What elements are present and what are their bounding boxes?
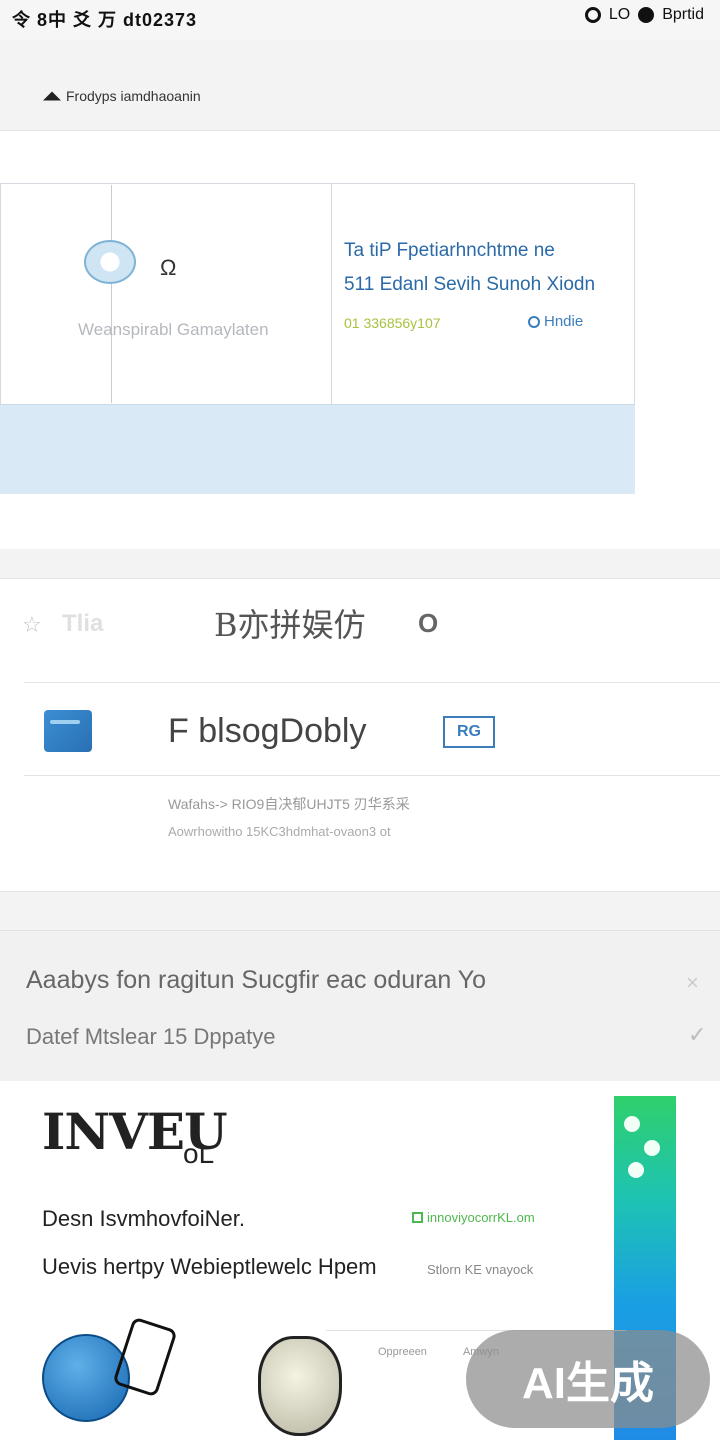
list-row-title[interactable]: F blsogDobly (168, 712, 366, 751)
list-row-badge: RG (443, 716, 495, 748)
card-search-link[interactable]: Hndie (528, 313, 583, 330)
card-link-label: Hndie (544, 313, 584, 330)
notice-subtext: Datef Mtslear 15 Dppatye (26, 1024, 276, 1049)
notice-text: Aaabys fon ragitun Sucgfir eac oduran Yo (26, 966, 487, 994)
camera-icon (584, 7, 601, 23)
status-label: Bprtid (662, 6, 704, 23)
search-icon (528, 315, 540, 328)
app-icon[interactable] (44, 710, 92, 752)
list-row-description: Wafahs-> RIO9自决郁UHJT5 刃华系采 (168, 796, 410, 812)
card-footer (0, 404, 635, 494)
stone-sticker-icon[interactable] (258, 1336, 342, 1436)
status-bar-left-text: 令 8中 爻 万 dt02373 (12, 10, 198, 30)
omega-icon: Ω (160, 255, 177, 280)
status-bar-right: LO Bprtid (584, 6, 704, 24)
checkbox-icon (412, 1212, 423, 1223)
check-icon[interactable]: ✓ (688, 1022, 706, 1048)
status-label: LO (608, 6, 631, 23)
caption: Oppreeen (378, 1346, 427, 1358)
crosshair-line (111, 185, 112, 403)
card-title-line-1[interactable]: Ta tiP Fpetiarhnchtme ne (344, 240, 555, 262)
feature-link[interactable]: innoviyocorrKL.om (412, 1210, 535, 1225)
list-divider (24, 682, 720, 683)
list-row-description: Aowrhowitho 15KC3hdmhat-ovaon3 ot (168, 824, 391, 839)
card-title-line-2[interactable]: 511 Edanl Sevih Sunoh Xiodn (344, 274, 595, 296)
feature-title-suffix: oL (183, 1138, 215, 1169)
list-divider (24, 775, 720, 776)
list-row-muted-label: Tlia (62, 610, 104, 637)
feature-link-label: innoviyocorrKL.om (427, 1210, 535, 1225)
ai-watermark: AI生成 (466, 1330, 710, 1428)
list-row-badge: O (418, 608, 439, 638)
breadcrumb[interactable]: Frodyps iamdhaoanin (42, 88, 201, 104)
decor-blob (628, 1162, 644, 1178)
decor-blob (624, 1116, 640, 1132)
globe-icon (84, 240, 136, 284)
card-meta: 01 336856y107 (344, 315, 441, 331)
list-row-title-text: blsogDobly (198, 712, 367, 750)
app-icon-stripe (50, 720, 80, 724)
notice-banner (0, 930, 720, 1082)
decor-blob (644, 1140, 660, 1156)
star-icon[interactable]: ☆ (22, 612, 42, 638)
home-icon (43, 91, 61, 101)
list-row-title[interactable]: B亦拼娱仿 (214, 600, 366, 646)
feature-line: Desn IsvmhovfoiNer. (42, 1206, 245, 1231)
card-divider (331, 184, 332, 404)
list-row-prefix: F (168, 712, 189, 750)
feature-line: Uevis hertpy Webieptlewelc Hpem (42, 1254, 377, 1279)
card-caption: Weanspirabl Gamaylaten (78, 320, 269, 339)
close-icon[interactable]: × (686, 970, 699, 996)
app-bar (0, 40, 720, 131)
signal-icon (638, 7, 655, 23)
feature-tag: Stlorn KE vnayock (427, 1262, 534, 1277)
breadcrumb-label: Frodyps iamdhaoanin (66, 88, 201, 104)
